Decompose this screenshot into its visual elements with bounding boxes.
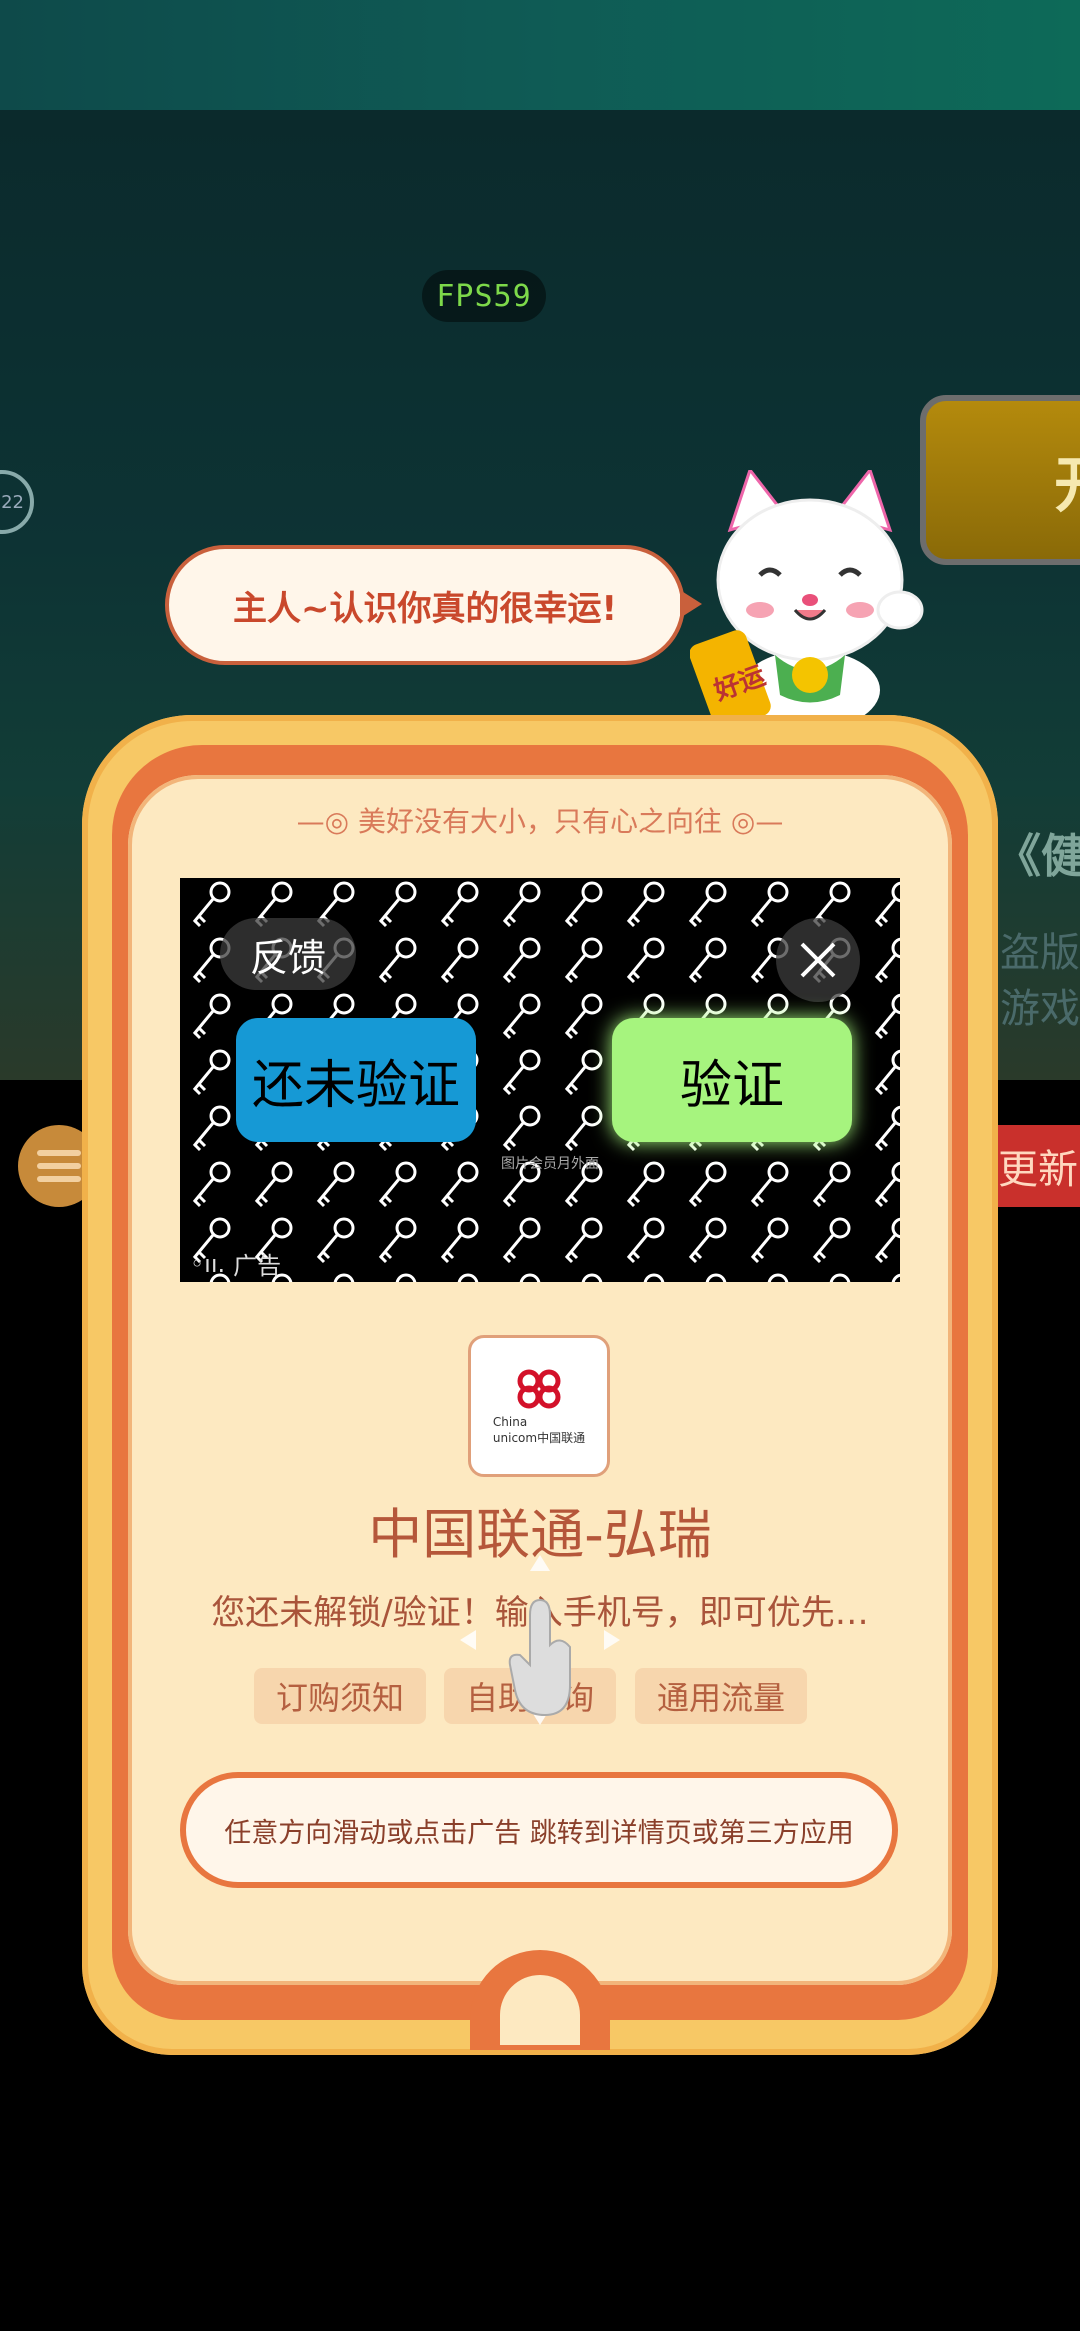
frame-bottom-ornament-inner [500,1975,580,2045]
popup-motto: —◎ 美好没有大小，只有心之向往 ◎— [240,800,840,840]
logo-text: China unicom中国联通 [492,1414,586,1445]
ad-feedback-button[interactable]: 反馈 [220,918,356,990]
verify-button[interactable]: 验证 [612,1018,852,1142]
app-logo[interactable]: China unicom中国联通 [468,1335,610,1477]
tag-general-data[interactable]: 通用流量 [635,1668,807,1724]
signal-icon: ◦ıı. [190,1249,226,1278]
motto-right-ornament: ◎— [722,805,784,838]
not-verified-button[interactable]: 还未验证 [236,1018,476,1142]
close-icon[interactable] [776,918,860,1002]
background-title-text: 《健 [995,829,1080,883]
ad-caption: 图片会员月外面 [501,1156,599,1172]
unicom-knot-icon [517,1369,561,1408]
tag-order-notice[interactable]: 订购须知 [254,1668,426,1724]
fps-counter: FPS59 [422,270,546,322]
motto-left-ornament: —◎ [296,805,358,838]
mascot-speech-bubble: 主人~认识你真的很幸运! [165,545,685,665]
swipe-hand-icon [460,1555,620,1725]
right-banner-button[interactable]: 开 [920,395,1080,565]
motto-text: 美好没有大小，只有心之向往 [357,805,722,838]
lucky-cat-mascot: 好运 [690,470,924,730]
background-subtitle-text: 盗版游 游戏信 [1000,930,1080,1032]
ad-creative[interactable]: 反馈 还未验证 验证 图片会员月外面 ◦ıı. 广告 [180,878,900,1282]
ad-label: ◦ıı. 广告 [190,1246,281,1281]
top-banner-background [0,0,1080,110]
ad-tag: 广告 [233,1252,282,1280]
cta-button[interactable]: 任意方向滑动或点击广告 跳转到详情页或第三方应用 [180,1772,898,1888]
